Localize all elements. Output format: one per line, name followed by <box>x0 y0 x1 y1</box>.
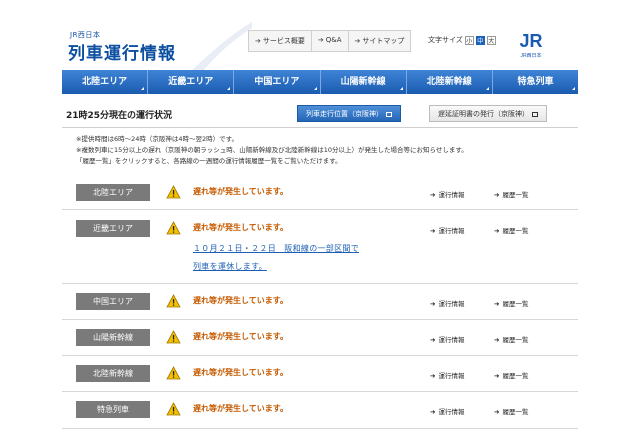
area-badge[interactable]: 特急列車 <box>76 401 150 418</box>
delay-certificate-button[interactable]: 遅延証明書の発行（京阪神） <box>429 105 547 122</box>
note-line: 「履歴一覧」をクリックすると、各路線の一週間の運行情報履歴一覧をご覧いただけます… <box>76 157 342 165</box>
arrow-right-icon: ➔ <box>494 300 500 308</box>
topnav-faq[interactable]: ➔ Q&A <box>312 31 349 51</box>
service-info-link[interactable]: ➔ 運行情報 <box>430 189 464 199</box>
arrow-right-icon: ➔ <box>494 336 500 344</box>
arrow-right-icon: ➔ <box>494 372 500 380</box>
status-text: 遅れ等が発生しています。 <box>193 223 288 232</box>
history-link[interactable]: ➔ 履歴一覧 <box>494 334 528 344</box>
status-row-hokuriku-shinkansen: 北陸新幹線 遅れ等が発生しています。 ➔ 運行情報 ➔ 履歴一覧 <box>62 356 578 392</box>
main-nav: 北陸エリア 近畿エリア 中国エリア 山陽新幹線 北陸新幹線 特急列車 <box>62 70 578 94</box>
external-window-icon <box>532 111 538 117</box>
service-info-link[interactable]: ➔ 運行情報 <box>430 370 464 380</box>
topnav-service-overview[interactable]: ➔ サービス概要 <box>249 31 312 51</box>
history-link[interactable]: ➔ 履歴一覧 <box>494 225 528 235</box>
history-link[interactable]: ➔ 履歴一覧 <box>494 370 528 380</box>
warning-triangle-icon <box>166 402 181 416</box>
topnav-sitemap[interactable]: ➔ サイトマップ <box>349 31 411 51</box>
header-swoosh-decoration <box>192 22 252 70</box>
utility-nav: ➔ サービス概要 ➔ Q&A ➔ サイトマップ <box>248 30 412 52</box>
nav-kinki-area[interactable]: 近畿エリア <box>148 70 235 94</box>
warning-triangle-icon <box>166 366 181 380</box>
nav-limited-express[interactable]: 特急列車 <box>493 70 578 94</box>
history-link[interactable]: ➔ 履歴一覧 <box>494 406 528 416</box>
status-bar: 21時25分現在の運行状況 列車走行位置（京阪神） 遅延証明書の発行（京阪神） <box>62 102 578 128</box>
service-info-link[interactable]: ➔ 運行情報 <box>430 406 464 416</box>
status-title: 21時25分現在の運行状況 <box>66 111 173 121</box>
status-row-sanyo-shinkansen: 山陽新幹線 遅れ等が発生しています。 ➔ 運行情報 ➔ 履歴一覧 <box>62 320 578 356</box>
status-row-chugoku: 中国エリア 遅れ等が発生しています。 ➔ 運行情報 ➔ 履歴一覧 <box>62 284 578 320</box>
status-row-hokuriku: 北陸エリア 遅れ等が発生しています。 ➔ 運行情報 ➔ 履歴一覧 <box>62 178 578 210</box>
arrow-right-icon: ➔ <box>430 300 436 308</box>
arrow-right-icon: ➔ <box>430 408 436 416</box>
area-badge[interactable]: 中国エリア <box>76 293 150 310</box>
warning-triangle-icon <box>166 221 181 235</box>
font-size-label: 文字サイズ <box>428 36 463 44</box>
svg-text:JR西日本: JR西日本 <box>520 52 541 59</box>
arrow-right-icon: ➔ <box>430 336 436 344</box>
warning-triangle-icon <box>166 330 181 344</box>
area-badge[interactable]: 近畿エリア <box>76 220 150 237</box>
area-badge[interactable]: 山陽新幹線 <box>76 329 150 346</box>
service-info-link[interactable]: ➔ 運行情報 <box>430 298 464 308</box>
jr-logo-icon: JR JR西日本 <box>519 31 542 59</box>
note-line: ※提供時間は6時～24時（京阪神は4時～翌2時）です。 <box>76 135 238 143</box>
font-size-large-button[interactable]: 大 <box>486 35 496 45</box>
status-text: 遅れ等が発生しています。 <box>193 187 288 196</box>
area-badge[interactable]: 北陸エリア <box>76 184 150 201</box>
nav-hokuriku-shinkansen[interactable]: 北陸新幹線 <box>407 70 493 94</box>
history-link[interactable]: ➔ 履歴一覧 <box>494 189 528 199</box>
arrow-right-icon: ➔ <box>494 227 500 235</box>
arrow-right-icon: ➔ <box>494 191 500 199</box>
arrow-right-icon: ➔ <box>494 408 500 416</box>
site-title[interactable]: 列車運行情報 <box>68 39 176 64</box>
external-window-icon <box>386 111 392 117</box>
status-text: 遅れ等が発生しています。 <box>193 368 288 377</box>
status-text: 遅れ等が発生しています。 <box>193 296 288 305</box>
status-text: 遅れ等が発生しています。 <box>193 404 288 413</box>
status-text: 遅れ等が発生しています。 <box>193 332 288 341</box>
font-size-small-button[interactable]: 小 <box>464 35 474 45</box>
history-link[interactable]: ➔ 履歴一覧 <box>494 298 528 308</box>
arrow-right-icon: ➔ <box>255 37 261 45</box>
warning-triangle-icon <box>166 185 181 199</box>
arrow-right-icon: ➔ <box>430 227 436 235</box>
notes: ※提供時間は6時～24時（京阪神は4時～翌2時）です。 ※複数列車に15分以上の… <box>76 134 576 167</box>
site-header: JR西日本 列車運行情報 ➔ サービス概要 ➔ Q&A ➔ サイトマップ 文字サイズ … <box>62 22 578 70</box>
detail-notice-link-line2[interactable]: 列車を運休します。 <box>193 261 267 272</box>
status-row-limited-express: 特急列車 遅れ等が発生しています。 ➔ 運行情報 ➔ 履歴一覧 <box>62 392 578 429</box>
status-row-kinki: 近畿エリア 遅れ等が発生しています。 ➔ 運行情報 ➔ 履歴一覧 １０月２１日・２２… <box>62 210 578 284</box>
service-info-link[interactable]: ➔ 運行情報 <box>430 334 464 344</box>
font-size-selector: 文字サイズ 小 中 大 <box>428 35 496 45</box>
arrow-right-icon: ➔ <box>430 191 436 199</box>
train-position-button[interactable]: 列車走行位置（京阪神） <box>297 105 401 122</box>
warning-triangle-icon <box>166 294 181 308</box>
arrow-right-icon: ➔ <box>354 37 361 45</box>
service-info-link[interactable]: ➔ 運行情報 <box>430 225 464 235</box>
jr-logo[interactable]: JR JR西日本 <box>514 27 548 61</box>
font-size-medium-button[interactable]: 中 <box>475 35 485 45</box>
page: JR西日本 列車運行情報 ➔ サービス概要 ➔ Q&A ➔ サイトマップ 文字サイズ … <box>62 22 578 429</box>
nav-hokuriku-area[interactable]: 北陸エリア <box>62 70 149 94</box>
note-line: ※複数列車に15分以上の遅れ（京阪神の朝ラッシュ時、山陽新幹線及び北陸新幹線は1… <box>76 146 468 154</box>
svg-text:JR: JR <box>519 31 542 51</box>
area-badge[interactable]: 北陸新幹線 <box>76 365 150 382</box>
arrow-right-icon: ➔ <box>430 372 436 380</box>
arrow-right-icon: ➔ <box>317 36 324 44</box>
nav-chugoku-area[interactable]: 中国エリア <box>234 70 321 94</box>
detail-notice-link-line1[interactable]: １０月２１日・２２日 阪和線の一部区間で <box>193 243 359 254</box>
nav-sanyo-shinkansen[interactable]: 山陽新幹線 <box>321 70 407 94</box>
